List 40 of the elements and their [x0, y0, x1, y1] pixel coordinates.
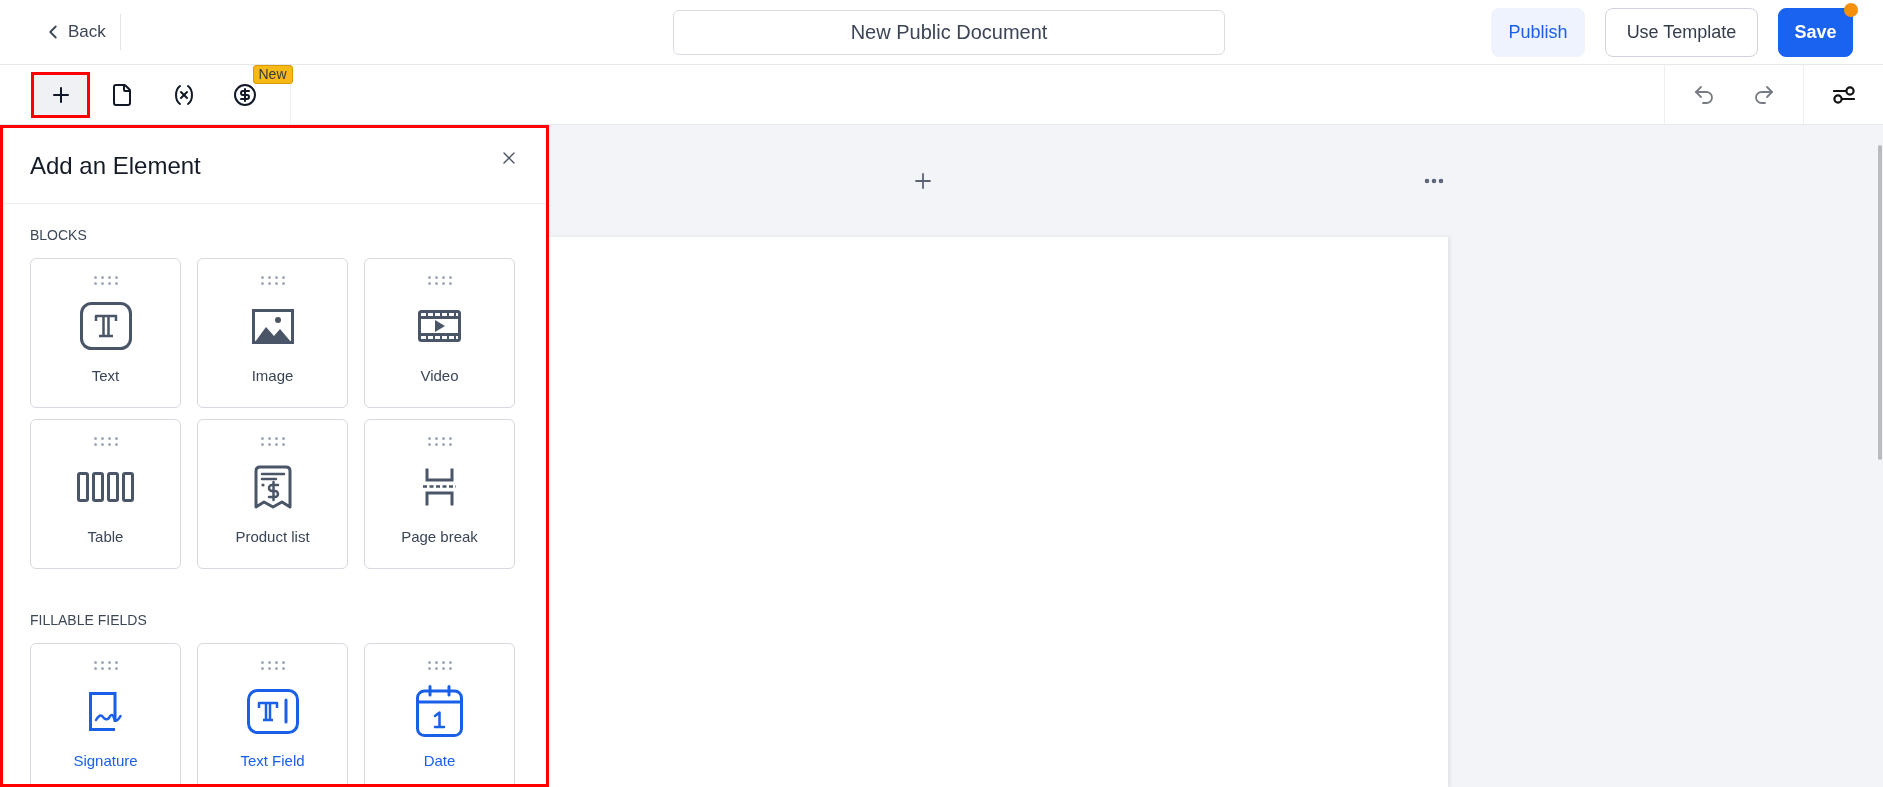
image-icon	[251, 308, 294, 344]
columns-icon	[77, 472, 134, 502]
file-icon	[110, 82, 134, 107]
drag-handle-icon[interactable]	[427, 276, 452, 285]
element-card[interactable]: Page break	[364, 419, 515, 569]
element-card[interactable]: Signature	[30, 643, 181, 784]
settings-sliders-icon	[1832, 85, 1855, 104]
back-link[interactable]: Back	[42, 19, 106, 45]
publish-button[interactable]: Publish	[1491, 7, 1585, 57]
drag-handle-icon[interactable]	[260, 661, 285, 670]
element-card[interactable]: Image	[197, 258, 348, 408]
page-break-icon	[422, 467, 457, 507]
drag-handle-icon[interactable]	[427, 661, 452, 670]
drag-handle-icon[interactable]	[427, 437, 452, 446]
element-card[interactable]: Text	[30, 258, 181, 408]
drag-handle-icon[interactable]	[260, 437, 285, 446]
drag-handle-icon[interactable]	[93, 437, 118, 446]
signature-icon	[89, 691, 122, 731]
text-field-icon	[246, 688, 299, 734]
dollar-coin-icon	[233, 82, 257, 107]
film-icon	[418, 310, 461, 342]
scrollbar-thumb[interactable]	[1878, 145, 1882, 460]
receipt-icon	[253, 465, 292, 509]
element-card[interactable]: Video	[364, 258, 515, 408]
drag-handle-icon[interactable]	[260, 276, 285, 285]
element-card[interactable]: Table	[30, 419, 181, 569]
title-field[interactable]: New Public Document	[673, 9, 1225, 55]
template-button[interactable]: Use Template	[1605, 7, 1758, 57]
section-heading: FILLABLE FIELDS	[30, 612, 147, 629]
panel-title: Add an Element	[30, 150, 201, 181]
drag-handle-icon[interactable]	[93, 276, 118, 285]
element-card[interactable]: Product list	[197, 419, 348, 569]
text-format-icon	[79, 302, 132, 350]
save-button[interactable]: Save	[1778, 7, 1853, 57]
element-card[interactable]: Text Field	[197, 643, 348, 784]
calendar-icon	[416, 685, 463, 737]
add-element-tool[interactable]	[31, 71, 90, 118]
drag-handle-icon[interactable]	[93, 661, 118, 670]
element-card[interactable]: Date	[364, 643, 515, 784]
section-heading: BLOCKS	[30, 227, 87, 244]
